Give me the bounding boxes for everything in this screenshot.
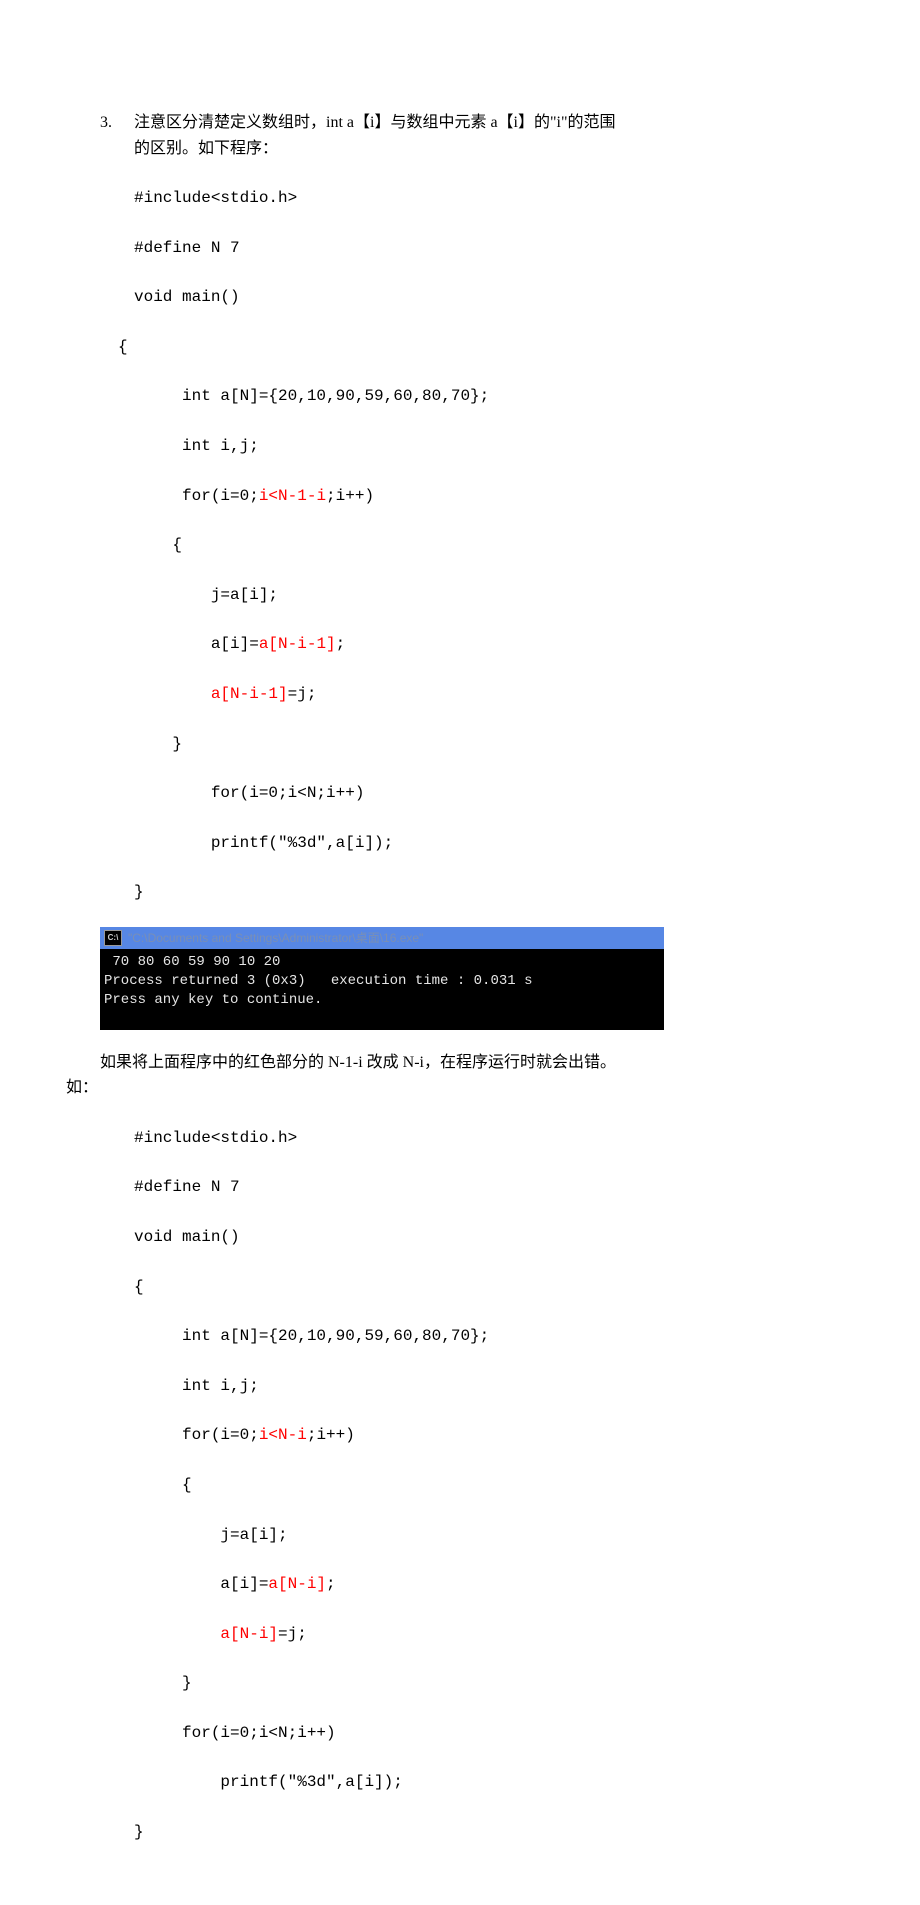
code-line: {	[118, 335, 820, 360]
code-line: #include<stdio.h>	[134, 1126, 820, 1151]
code-line: {	[134, 533, 820, 558]
code-line: void main()	[134, 1225, 820, 1250]
cmd-icon: C:\	[104, 930, 122, 946]
code-line: a[N-i-1]=j;	[134, 682, 820, 707]
code-text: for(i=0;	[134, 487, 259, 505]
code-line: j=a[i];	[134, 1523, 820, 1548]
code-line: for(i=0;i<N-1-i;i++)	[134, 484, 820, 509]
item-number: 3.	[100, 110, 134, 136]
code-text: ;	[326, 1575, 336, 1593]
terminal-window: C:\ "C:\Documents and Settings\Administr…	[100, 927, 664, 1030]
code-line: a[i]=a[N-i-1];	[134, 632, 820, 657]
intro-line-2: 的区别。如下程序：	[134, 136, 820, 162]
code-text: ;	[336, 635, 346, 653]
terminal-line: 70 80 60 59 90 10 20	[104, 953, 660, 972]
code-line: int a[N]={20,10,90,59,60,80,70};	[134, 1324, 820, 1349]
code-line: #define N 7	[134, 1175, 820, 1200]
code-highlight: i<N-1-i	[259, 487, 326, 505]
code-line: int a[N]={20,10,90,59,60,80,70};	[134, 384, 820, 409]
code-text: =j;	[288, 685, 317, 703]
code-text: a[i]=	[134, 635, 259, 653]
code-line: a[N-i]=j;	[134, 1622, 820, 1647]
code-line: {	[134, 1275, 820, 1300]
code-line: j=a[i];	[134, 583, 820, 608]
intro-line-1: 注意区分清楚定义数组时，int a【i】与数组中元素 a【i】的"i"的范围	[134, 110, 820, 136]
code-line: a[i]=a[N-i];	[134, 1572, 820, 1597]
code-highlight: a[N-i-1]	[211, 685, 288, 703]
code-block-1: #include<stdio.h> #define N 7 void main(…	[134, 161, 820, 905]
terminal-body: 70 80 60 59 90 10 20Process returned 3 (…	[100, 949, 664, 1030]
code-text: for(i=0;	[134, 1426, 259, 1444]
code-line: }	[134, 732, 820, 757]
code-text: =j;	[278, 1625, 307, 1643]
page-content: 3. 注意区分清楚定义数组时，int a【i】与数组中元素 a【i】的"i"的范…	[0, 0, 920, 1905]
terminal-title-text: "C:\Documents and Settings\Administrator…	[128, 929, 423, 948]
code-line: #define N 7	[134, 236, 820, 261]
code-text: a[i]=	[134, 1575, 268, 1593]
paragraph-after: 如果将上面程序中的红色部分的 N-1-i 改成 N-i，在程序运行时就会出错。	[100, 1050, 820, 1076]
terminal-line: Press any key to continue.	[104, 991, 660, 1010]
list-item-3: 3. 注意区分清楚定义数组时，int a【i】与数组中元素 a【i】的"i"的范…	[100, 110, 820, 1845]
code-highlight: a[N-i]	[220, 1625, 278, 1643]
code-line: for(i=0;i<N-i;i++)	[134, 1423, 820, 1448]
code-line: #include<stdio.h>	[134, 186, 820, 211]
code-block-2: #include<stdio.h> #define N 7 void main(…	[134, 1101, 820, 1845]
terminal-titlebar: C:\ "C:\Documents and Settings\Administr…	[100, 927, 664, 949]
code-highlight: i<N-i	[259, 1426, 307, 1444]
paragraph-after-2: 如：	[66, 1075, 820, 1101]
code-line: printf("%3d",a[i]);	[134, 1770, 820, 1795]
item-body: 注意区分清楚定义数组时，int a【i】与数组中元素 a【i】的"i"的范围 的…	[134, 110, 820, 1845]
code-line: printf("%3d",a[i]);	[134, 831, 820, 856]
code-text	[134, 685, 211, 703]
code-line: int i,j;	[134, 1374, 820, 1399]
code-highlight: a[N-i-1]	[259, 635, 336, 653]
code-line: for(i=0;i<N;i++)	[134, 781, 820, 806]
code-text	[134, 1625, 220, 1643]
code-text: ;i++)	[326, 487, 374, 505]
code-highlight: a[N-i]	[268, 1575, 326, 1593]
code-text: ;i++)	[307, 1426, 355, 1444]
code-line: }	[134, 1671, 820, 1696]
code-line: }	[134, 1820, 820, 1845]
code-line: int i,j;	[134, 434, 820, 459]
code-line: {	[134, 1473, 820, 1498]
code-line: void main()	[134, 285, 820, 310]
code-line: for(i=0;i<N;i++)	[134, 1721, 820, 1746]
code-line: }	[134, 880, 820, 905]
terminal-line: Process returned 3 (0x3) execution time …	[104, 972, 660, 991]
